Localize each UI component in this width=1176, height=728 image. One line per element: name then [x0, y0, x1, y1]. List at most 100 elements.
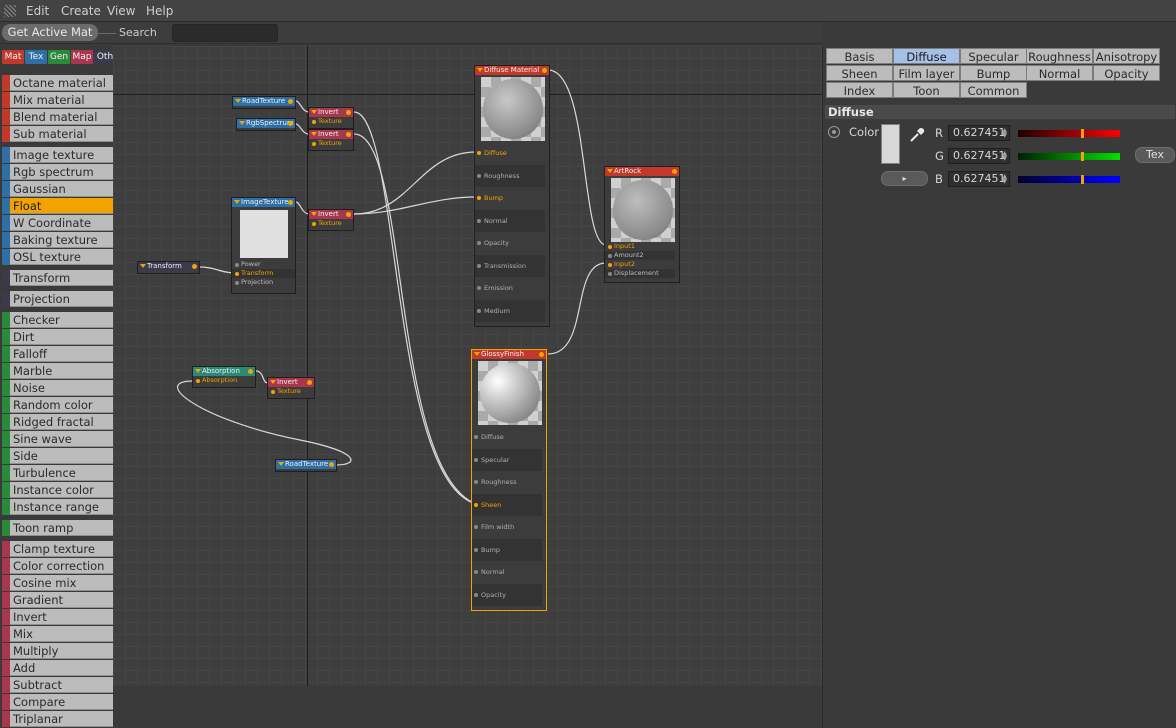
color-radio[interactable]	[828, 126, 840, 138]
palette-item-multiply[interactable]: Multiply	[2, 643, 113, 659]
palette-item-gaussian-spectrum[interactable]: Gaussian spectrum	[2, 181, 113, 212]
palette-item-rgb-spectrum[interactable]: Rgb spectrum	[2, 164, 113, 180]
pin-roughness[interactable]: Roughness	[475, 164, 545, 187]
tex-button[interactable]: Tex	[1135, 147, 1175, 163]
spinner-icon[interactable]: ▲ ▼	[1002, 151, 1007, 162]
pin-input2[interactable]: Input2	[605, 260, 675, 269]
palette-item-mix[interactable]: Mix	[2, 626, 113, 642]
palette-item-noise[interactable]: Noise	[2, 380, 113, 396]
eyedropper-icon[interactable]	[908, 126, 926, 144]
pin-bump[interactable]: Bump	[475, 187, 545, 210]
slider-knob[interactable]	[1081, 175, 1084, 184]
color-swatch[interactable]	[881, 124, 900, 164]
palette-item-sub-material[interactable]: Sub material	[2, 126, 113, 142]
category-gen[interactable]: Gen	[48, 50, 70, 64]
menu-edit[interactable]: Edit	[26, 4, 49, 18]
palette-item-gradient[interactable]: Gradient	[2, 592, 113, 608]
palette-item-toon-ramp[interactable]: Toon ramp	[2, 520, 113, 536]
spinner-icon[interactable]: ▲ ▼	[1002, 174, 1007, 185]
node-diffuse-material[interactable]: Diffuse Material Diffuse Roughness Bump …	[474, 65, 550, 327]
search-input[interactable]	[172, 24, 278, 42]
palette-item-w-coordinate[interactable]: W Coordinate	[2, 215, 113, 231]
expand-button[interactable]: ▸	[881, 171, 928, 186]
category-tex[interactable]: Tex	[25, 50, 47, 64]
grip-icon[interactable]	[4, 5, 16, 17]
tab-roughness[interactable]: Roughness	[1026, 48, 1093, 64]
channel-slider-g[interactable]	[1018, 152, 1120, 161]
palette-item-float[interactable]: Float	[2, 198, 113, 214]
palette-item-invert[interactable]: Invert	[2, 609, 113, 625]
palette-item-projection[interactable]: Projection	[2, 291, 113, 307]
palette-item-baking-texture[interactable]: Baking texture	[2, 232, 113, 248]
pin-texture[interactable]: Texture	[309, 219, 353, 228]
pin-diffuse[interactable]: Diffuse	[475, 142, 545, 165]
palette-item-instance-color[interactable]: Instance color	[2, 482, 113, 498]
palette-item-add[interactable]: Add	[2, 660, 113, 676]
slider-knob[interactable]	[1081, 129, 1084, 138]
tab-opacity[interactable]: Opacity	[1093, 65, 1160, 81]
pin-amount2[interactable]: Amount2	[605, 251, 675, 260]
pin-medium[interactable]: Medium	[475, 299, 545, 322]
tab-index[interactable]: Index	[826, 82, 893, 98]
palette-item-instance-range[interactable]: Instance range	[2, 499, 113, 515]
palette-item-triplanar[interactable]: Triplanar	[2, 711, 113, 727]
palette-item-cosine-mix[interactable]: Cosine mix	[2, 575, 113, 591]
channel-value-r[interactable]: 0.627451 ▲ ▼	[948, 125, 1010, 141]
palette-item-side[interactable]: Side	[2, 448, 113, 464]
tab-anisotropy[interactable]: Anisotropy	[1093, 48, 1160, 64]
node-invert-3[interactable]: Invert Texture	[308, 209, 354, 231]
node-rgbspectrum[interactable]: RgbSpectrum	[236, 118, 296, 131]
palette-item-checker[interactable]: Checker	[2, 312, 113, 328]
palette-item-dirt[interactable]: Dirt	[2, 329, 113, 345]
get-active-mat-button[interactable]: Get Active Mat	[2, 24, 98, 41]
tab-specular[interactable]: Specular	[960, 48, 1027, 64]
palette-item-sine-wave[interactable]: Sine wave	[2, 431, 113, 447]
palette-item-clamp-texture[interactable]: Clamp texture	[2, 541, 113, 557]
palette-item-compare[interactable]: Compare	[2, 694, 113, 710]
channel-slider-r[interactable]	[1018, 129, 1120, 138]
menu-help[interactable]: Help	[146, 4, 173, 18]
pin-texture[interactable]: Texture	[309, 139, 353, 148]
pin-projection[interactable]: Projection	[232, 278, 295, 287]
tab-bump[interactable]: Bump	[960, 65, 1027, 81]
pin-texture[interactable]: Texture	[309, 117, 353, 126]
node-invert-4[interactable]: Invert Texture	[267, 377, 315, 399]
tab-normal[interactable]: Normal	[1026, 65, 1093, 81]
menu-view[interactable]: View	[107, 4, 135, 18]
pin-bump[interactable]: Bump	[472, 538, 542, 561]
pin-opacity[interactable]: Opacity	[475, 232, 545, 255]
pin-absorption[interactable]: Absorption	[193, 376, 255, 385]
pin-sheen[interactable]: Sheen	[472, 493, 542, 516]
pin-texture[interactable]: Texture	[268, 387, 314, 396]
palette-item-mix-material[interactable]: Mix material	[2, 92, 113, 108]
node-transform[interactable]: Transform	[137, 261, 200, 274]
palette-item-octane-material[interactable]: Octane material	[2, 75, 113, 91]
palette-item-image-texture[interactable]: Image texture	[2, 147, 113, 163]
pin-diffuse[interactable]: Diffuse	[472, 426, 542, 449]
pin-roughness[interactable]: Roughness	[472, 471, 542, 494]
palette-item-random-color[interactable]: Random color	[2, 397, 113, 413]
node-invert-1[interactable]: Invert Texture	[308, 107, 354, 129]
node-imagetexture[interactable]: ImageTexture Power Transform Projection	[231, 197, 296, 294]
palette-item-turbulence[interactable]: Turbulence	[2, 465, 113, 481]
tab-common[interactable]: Common	[960, 82, 1027, 98]
pin-film-width[interactable]: Film width	[472, 516, 542, 539]
node-artrock[interactable]: ArtRock Input1 Amount2 Input2 Displaceme…	[604, 166, 680, 283]
spinner-icon[interactable]: ▲ ▼	[1002, 128, 1007, 139]
tab-diffuse[interactable]: Diffuse	[893, 48, 960, 64]
palette-item-subtract[interactable]: Subtract	[2, 677, 113, 693]
palette-item-blend-material[interactable]: Blend material	[2, 109, 113, 125]
palette-item-osl-texture[interactable]: OSL texture	[2, 249, 113, 265]
pin-transform[interactable]: Transform	[232, 269, 295, 278]
palette-item-falloff[interactable]: Falloff	[2, 346, 113, 362]
palette-item-transform[interactable]: Transform	[2, 270, 113, 286]
pin-emission[interactable]: Emission	[475, 277, 545, 300]
tab-toon[interactable]: Toon	[893, 82, 960, 98]
pin-opacity[interactable]: Opacity	[472, 583, 542, 606]
category-map[interactable]: Map	[71, 50, 93, 64]
palette-item-marble[interactable]: Marble	[2, 363, 113, 379]
node-absorption[interactable]: Absorption Absorption	[192, 366, 256, 388]
palette-item-ridged-fractal[interactable]: Ridged fractal	[2, 414, 113, 430]
tab-basis[interactable]: Basis	[826, 48, 893, 64]
pin-normal[interactable]: Normal	[475, 209, 545, 232]
